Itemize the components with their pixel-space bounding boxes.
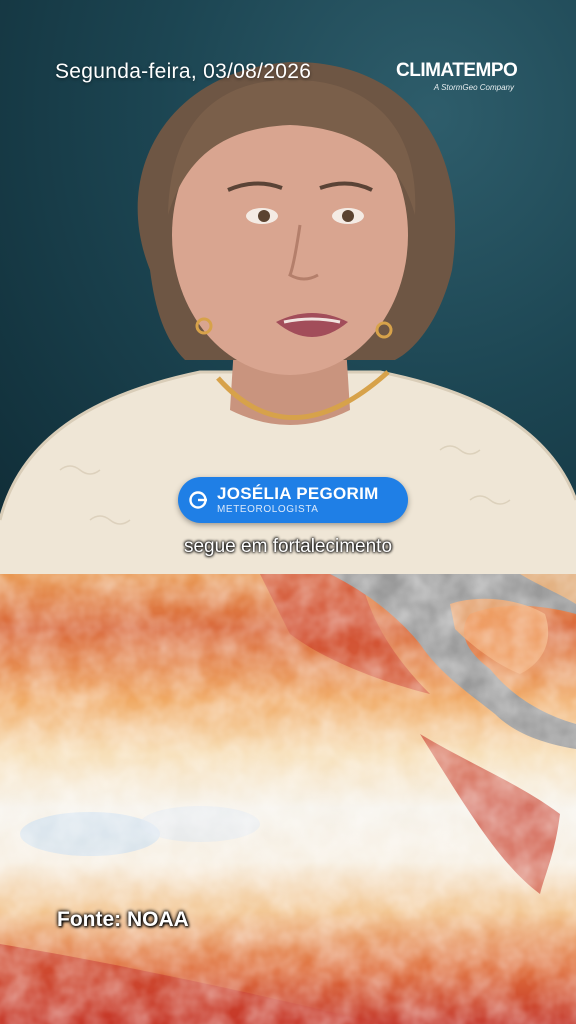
subtitle-caption: segue em fortalecimento	[183, 536, 393, 557]
brand-logo: CLIMATEMPO A StormGeo Company	[396, 60, 526, 92]
brand-name: CLIMATEMPO	[396, 60, 518, 81]
presenter-name: JOSÉLIA PEGORIM	[217, 484, 379, 503]
presenter-name-badge: JOSÉLIA PEGORIM METEOROLOGISTA	[178, 477, 408, 523]
presenter-title: METEOROLOGISTA	[217, 504, 319, 515]
climatempo-icon	[189, 491, 207, 509]
header-overlay: Segunda-feira, 03/08/2026 CLIMATEMPO A S…	[0, 0, 576, 110]
date-label: Segunda-feira, 03/08/2026	[55, 60, 312, 83]
brand-tagline: A StormGeo Company	[433, 83, 514, 92]
presenter-video: Segunda-feira, 03/08/2026 CLIMATEMPO A S…	[0, 0, 576, 574]
sst-map-graphic	[0, 574, 576, 1024]
sst-anomaly-map: Fonte: NOAA	[0, 574, 576, 1024]
source-label: Fonte: NOAA	[57, 908, 189, 931]
